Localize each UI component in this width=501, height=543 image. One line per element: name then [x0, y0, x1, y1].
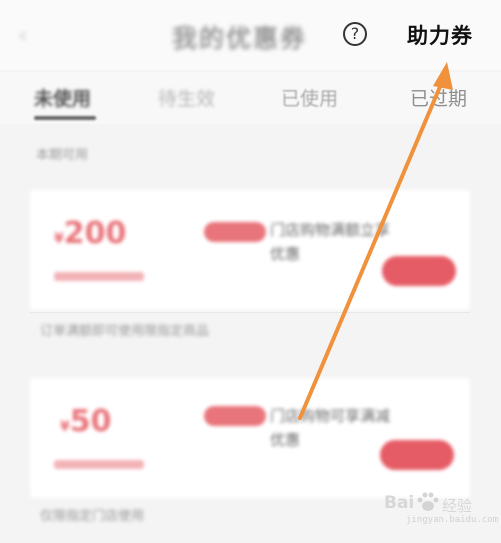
use-coupon-button[interactable]	[380, 440, 454, 470]
coupon-condition	[54, 272, 144, 281]
coupon-tag	[204, 406, 266, 426]
paw-icon	[417, 492, 439, 511]
tab-bar: 未使用 待生效 已使用 已过期	[0, 72, 501, 124]
watermark-logo-text: Bai	[384, 493, 415, 513]
coupon-amount: ¥200	[54, 216, 126, 251]
assist-coupon-link[interactable]: 助力券	[407, 20, 473, 50]
coupon-condition	[54, 460, 144, 469]
baidu-watermark: Bai 经验 jingyan.baidu.com	[384, 489, 499, 529]
tab-unused[interactable]: 未使用	[34, 84, 91, 111]
amount-value: 50	[69, 404, 112, 439]
coupon-tag	[204, 222, 266, 242]
coupon-footnote: 仅限指定门店使用	[40, 509, 145, 524]
coupon-description: 门店购物满额立享优惠	[270, 221, 391, 263]
coupon-card[interactable]: ¥50 门店购物可享满减优惠	[30, 378, 470, 498]
watermark-url: jingyan.baidu.com	[406, 515, 499, 525]
tab-pending[interactable]: 待生效	[158, 84, 215, 111]
page-title: 我的优惠券	[172, 24, 308, 53]
coupon-card[interactable]: ¥200 门店购物满额立享优惠	[30, 190, 470, 310]
currency-symbol: ¥	[60, 419, 70, 435]
help-icon[interactable]: ?	[343, 22, 367, 46]
section-label: 本期可用	[36, 148, 89, 163]
watermark-cn-text: 经验	[442, 497, 473, 515]
top-bar: ‹ 我的优惠券 ? 助力券	[0, 0, 501, 70]
back-arrow-icon[interactable]: ‹	[18, 22, 40, 48]
tab-expired[interactable]: 已过期	[410, 84, 467, 111]
amount-value: 200	[63, 216, 127, 251]
currency-symbol: ¥	[54, 231, 64, 247]
card-divider	[30, 312, 470, 313]
active-tab-indicator	[34, 116, 96, 120]
use-coupon-button[interactable]	[382, 256, 456, 286]
coupon-footnote: 订单满额即可使用限指定商品	[40, 324, 210, 339]
tab-used[interactable]: 已使用	[281, 84, 338, 111]
coupon-description: 门店购物可享满减优惠	[270, 407, 391, 449]
coupon-amount: ¥50	[60, 404, 112, 439]
